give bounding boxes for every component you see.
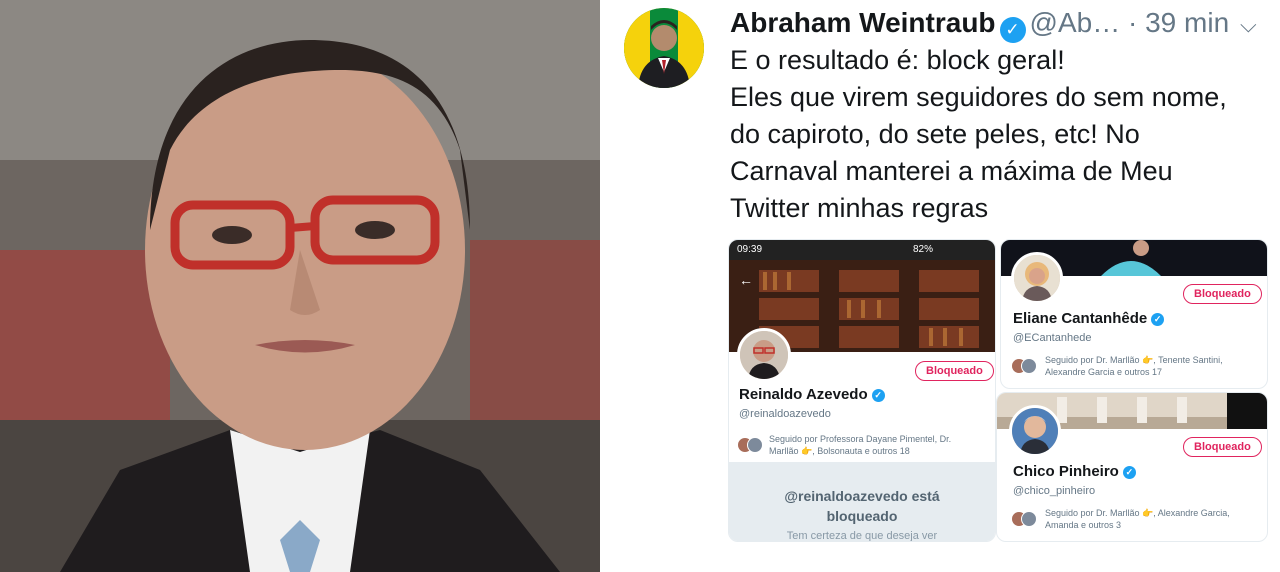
battery-level: 82% [913, 244, 934, 255]
author-avatar[interactable] [624, 8, 704, 88]
tweet-timestamp[interactable]: 39 min [1145, 7, 1229, 38]
blocked-notice-line: @reinaldoazevedo está [784, 488, 940, 504]
avatar-image [740, 331, 788, 379]
verified-icon: ✓ [871, 389, 885, 402]
tweet-text-line: do capiroto, do sete peles, etc! No [730, 119, 1140, 149]
follower-avatars [1011, 511, 1037, 527]
tweet-text-line: E o resultado é: block geral! [730, 45, 1065, 75]
status-time: 09:39 [737, 244, 763, 255]
profile-card-chico[interactable]: Bloqueado Chico Pinheiro ✓ @chico_pinheir… [996, 392, 1268, 542]
profile-name-text: Chico Pinheiro [1013, 463, 1119, 480]
blocked-button[interactable]: Bloqueado [1183, 284, 1262, 304]
portrait-photo [0, 0, 600, 572]
blocked-button[interactable]: Bloqueado [915, 361, 994, 381]
profile-name[interactable]: Reinaldo Azevedo ✓ [739, 386, 885, 403]
profile-avatar-reinaldo[interactable] [737, 328, 791, 382]
profile-handle[interactable]: @ECantanhede [1013, 332, 1091, 344]
portrait-illustration [0, 0, 600, 572]
author-name[interactable]: Abraham Weintraub [730, 7, 996, 38]
author-handle[interactable]: @Ab… [1030, 7, 1121, 38]
profile-handle[interactable]: @reinaldoazevedo [739, 408, 831, 420]
tweet-text-line: Eles que virem seguidores do sem nome, [730, 82, 1227, 112]
profile-handle[interactable]: @chico_pinheiro [1013, 485, 1095, 497]
verified-icon: ✓ [1151, 313, 1165, 326]
phone-status-bar: 09:39 82% [729, 240, 995, 260]
back-arrow-icon[interactable]: ← [739, 272, 753, 288]
chevron-down-icon[interactable]: ⌵ [1240, 12, 1257, 38]
tweet-text: E o resultado é: block geral! Eles que v… [730, 42, 1260, 227]
followed-by-text: Seguido por Dr. Marllão 👉, Tenente Santi… [1045, 355, 1223, 377]
author-avatar-image [624, 8, 704, 88]
profile-card-eliane[interactable]: Bloqueado Eliane Cantanhêde ✓ @ECantanhed… [1000, 239, 1268, 389]
profile-name[interactable]: Eliane Cantanhêde ✓ [1013, 310, 1165, 327]
blocked-notice: @reinaldoazevedo está bloqueado Tem cert… [729, 462, 995, 542]
blocked-notice-subtitle: Tem certeza de que deseja ver [786, 530, 938, 542]
tweet-header: Abraham Weintraub ✓ @Ab… · 39 min [730, 6, 1229, 43]
profile-name-text: Reinaldo Azevedo [739, 386, 868, 403]
profile-avatar-eliane[interactable] [1011, 252, 1063, 304]
follower-avatars [1011, 358, 1037, 374]
profile-name-text: Eliane Cantanhêde [1013, 310, 1148, 327]
followed-by-text: Seguido por Dr. Marllão 👉, Alexandre Gar… [1045, 508, 1230, 530]
blocked-button[interactable]: Bloqueado [1183, 437, 1262, 457]
blocked-notice-line: bloqueado [826, 508, 898, 524]
followed-by-text: Seguido por Professora Dayane Pimentel, … [769, 434, 952, 456]
profile-card-reinaldo[interactable]: 09:39 82% ← Bloqueado Reinaldo Azevedo ✓… [728, 239, 996, 542]
verified-icon: ✓ [1122, 466, 1136, 479]
separator-dot: · [1127, 7, 1138, 38]
avatar-image [1014, 255, 1060, 301]
blocked-notice-title: @reinaldoazevedo está bloqueado [729, 486, 995, 526]
follower-avatars [737, 437, 763, 453]
tweet[interactable]: Abraham Weintraub ✓ @Ab… · 39 min ⌵ E o re… [604, 0, 1280, 572]
verified-icon: ✓ [999, 17, 1026, 43]
profile-avatar-chico[interactable] [1009, 405, 1061, 457]
tweet-text-line: Twitter minhas regras [730, 193, 989, 223]
avatar-image [1012, 408, 1058, 454]
tweet-text-line: Carnaval manterei a máxima de Meu [730, 156, 1173, 186]
profile-name[interactable]: Chico Pinheiro ✓ [1013, 463, 1136, 480]
